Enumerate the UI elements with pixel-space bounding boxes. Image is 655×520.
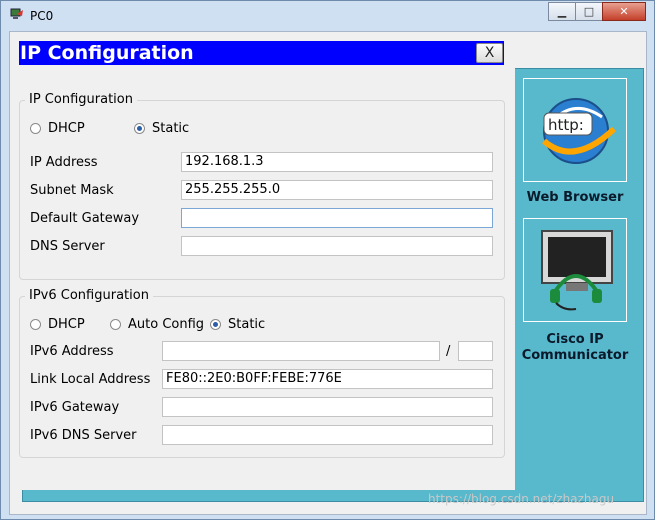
maximize-button[interactable]: □ bbox=[575, 2, 603, 21]
link-local-address-label: Link Local Address bbox=[30, 372, 151, 387]
dns-server-input[interactable] bbox=[181, 236, 493, 256]
ipv6-prefix-length-input[interactable] bbox=[458, 341, 493, 361]
ipv6-gateway-input[interactable] bbox=[162, 397, 493, 417]
ipv4-static-label: Static bbox=[152, 121, 190, 136]
prefix-separator: / bbox=[446, 344, 451, 359]
ip-address-label: IP Address bbox=[30, 155, 98, 170]
caption-buttons: ▁ □ ✕ bbox=[548, 2, 646, 22]
web-browser-icon: http: bbox=[542, 98, 617, 164]
default-gateway-input[interactable] bbox=[181, 208, 493, 228]
link-local-address-input[interactable]: FE80::2E0:B0FF:FEBE:776E bbox=[162, 369, 493, 389]
ipv6-dhcp-radio[interactable]: DHCP bbox=[30, 317, 85, 332]
subnet-mask-label: Subnet Mask bbox=[30, 183, 114, 198]
ipv6-gateway-label: IPv6 Gateway bbox=[30, 400, 120, 415]
maximize-icon: □ bbox=[583, 5, 595, 18]
svg-text:http:: http: bbox=[548, 116, 584, 134]
dialog-title: IP Configuration bbox=[19, 41, 504, 65]
minimize-icon: ▁ bbox=[557, 5, 567, 18]
web-browser-tile[interactable]: http: bbox=[523, 78, 627, 182]
ipv6-auto-config-label: Auto Config bbox=[128, 317, 205, 332]
ipv6-address-label: IPv6 Address bbox=[30, 344, 114, 359]
cisco-ip-communicator-tile[interactable] bbox=[523, 218, 627, 322]
radio-unchecked-icon bbox=[30, 123, 41, 134]
watermark-text: https://blog.csdn.net/zhazhagu bbox=[428, 492, 615, 506]
cisco-ip-label-1[interactable]: Cisco IP bbox=[515, 332, 635, 347]
ipv6-legend: IPv6 Configuration bbox=[25, 288, 153, 303]
ipv6-dns-server-input[interactable] bbox=[162, 425, 493, 445]
ipv4-dhcp-label: DHCP bbox=[48, 121, 85, 136]
close-icon: ✕ bbox=[619, 5, 629, 18]
ipv4-static-radio[interactable]: Static bbox=[134, 121, 189, 136]
ipv6-dns-server-label: IPv6 DNS Server bbox=[30, 428, 137, 443]
app-icon bbox=[10, 8, 23, 19]
radio-unchecked-icon bbox=[110, 319, 121, 330]
window-close-button[interactable]: ✕ bbox=[602, 2, 646, 21]
ipv4-legend: IP Configuration bbox=[25, 92, 137, 107]
ipv6-dhcp-label: DHCP bbox=[48, 317, 85, 332]
ipv6-address-input[interactable] bbox=[162, 341, 440, 361]
dialog-close-button[interactable]: X bbox=[476, 43, 503, 63]
ipv6-auto-config-radio[interactable]: Auto Config bbox=[110, 317, 204, 332]
window-titlebar[interactable]: PC0 ▁ □ ✕ bbox=[1, 1, 654, 31]
web-browser-label[interactable]: Web Browser bbox=[515, 190, 635, 205]
radio-checked-icon bbox=[210, 319, 221, 330]
subnet-mask-input[interactable]: 255.255.255.0 bbox=[181, 180, 493, 200]
ip-communicator-icon bbox=[541, 230, 613, 311]
dns-server-label: DNS Server bbox=[30, 239, 105, 254]
ipv4-dhcp-radio[interactable]: DHCP bbox=[30, 121, 85, 136]
radio-checked-icon bbox=[134, 123, 145, 134]
cisco-ip-label-2[interactable]: Communicator bbox=[515, 348, 635, 363]
minimize-button[interactable]: ▁ bbox=[548, 2, 576, 21]
ipv6-static-label: Static bbox=[228, 317, 266, 332]
window-title: PC0 bbox=[30, 9, 54, 23]
default-gateway-label: Default Gateway bbox=[30, 211, 140, 226]
ip-address-input[interactable]: 192.168.1.3 bbox=[181, 152, 493, 172]
ipv6-static-radio[interactable]: Static bbox=[210, 317, 265, 332]
radio-unchecked-icon bbox=[30, 319, 41, 330]
